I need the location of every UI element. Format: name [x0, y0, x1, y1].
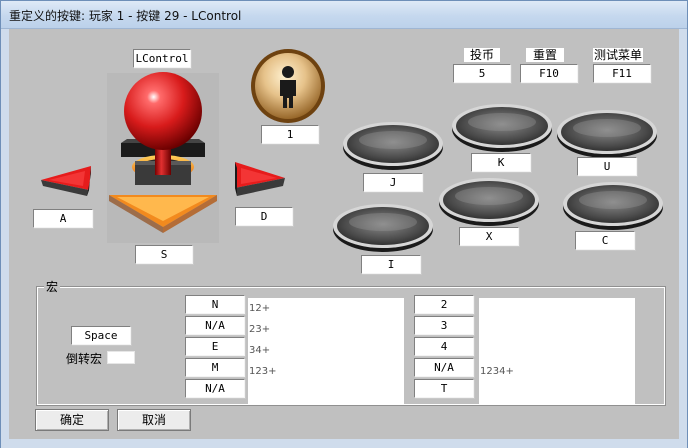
macro-right-button-1[interactable]: 2 [414, 295, 474, 314]
macro-right-sequence-1 [480, 298, 635, 319]
action-button-u[interactable] [555, 107, 659, 159]
action-x-field[interactable]: X [459, 227, 519, 246]
macro-right-sequence-4: 1234+ [480, 366, 514, 377]
macro-left-button-2[interactable]: N/A [185, 316, 245, 335]
reverse-macro-field[interactable] [107, 351, 135, 364]
reset-key-field[interactable]: F10 [520, 64, 578, 83]
macro-key-field[interactable]: Space [71, 326, 131, 345]
macro-left-sequence-5 [249, 382, 404, 403]
joystick-down-field[interactable]: S [135, 245, 193, 264]
action-button-k[interactable] [450, 101, 554, 153]
joystick-graphic[interactable] [107, 69, 219, 244]
macro-left-button-4[interactable]: M [185, 358, 245, 377]
joystick-right-field[interactable]: D [235, 207, 293, 226]
macro-group-title: 宏 [44, 280, 61, 294]
action-button-j[interactable] [341, 119, 445, 171]
macro-left-button-5[interactable]: N/A [185, 379, 245, 398]
start-button[interactable] [249, 47, 327, 125]
title-bar: 重定义的按键: 玩家 1 - 按键 29 - LControl [1, 1, 687, 29]
action-button-i[interactable] [331, 201, 435, 253]
macro-right-button-3[interactable]: 4 [414, 337, 474, 356]
macro-right-button-2[interactable]: 3 [414, 316, 474, 335]
macro-right-button-4[interactable]: N/A [414, 358, 474, 377]
window-frame-right [679, 29, 687, 448]
macro-left-button-1[interactable]: N [185, 295, 245, 314]
macro-right-sequence-3 [480, 340, 635, 361]
joystick-left-arrow[interactable] [39, 164, 93, 200]
reverse-macro-label: 倒转宏 [66, 352, 103, 366]
macro-right-button-5[interactable]: T [414, 379, 474, 398]
action-c-field[interactable]: C [575, 231, 635, 250]
coin-key-field[interactable]: 5 [453, 64, 511, 83]
window-title: 重定义的按键: 玩家 1 - 按键 29 - LControl [9, 9, 242, 23]
joystick-right-arrow[interactable] [233, 160, 287, 200]
joystick-up-field[interactable]: LControl [133, 49, 191, 68]
start-button-field[interactable]: 1 [261, 125, 319, 144]
macro-left-sequence-3: 34+ [249, 345, 271, 356]
macro-left-sequence-4: 123+ [249, 366, 277, 377]
cancel-button[interactable]: 取消 [117, 409, 191, 431]
macro-right-sequence-2 [480, 319, 635, 340]
reset-caption: 重置 [526, 48, 564, 62]
action-i-field[interactable]: I [361, 255, 421, 274]
action-j-field[interactable]: J [363, 173, 423, 192]
dialog-client-area: LControl A D S 1 投币 5 重置 F10 测试菜单 F11 J … [9, 29, 679, 439]
joystick-left-field[interactable]: A [33, 209, 93, 228]
action-button-c[interactable] [561, 179, 665, 231]
action-u-field[interactable]: U [577, 157, 637, 176]
macro-right-sequence-box[interactable]: 1234+ [479, 298, 635, 404]
window-frame-left [1, 29, 9, 448]
key-remap-window: 重定义的按键: 玩家 1 - 按键 29 - LControl LControl [0, 0, 688, 448]
action-k-field[interactable]: K [471, 153, 531, 172]
ok-button[interactable]: 确定 [35, 409, 109, 431]
coin-caption: 投币 [464, 48, 500, 62]
test-menu-key-field[interactable]: F11 [593, 64, 651, 83]
macro-left-button-3[interactable]: E [185, 337, 245, 356]
macro-left-sequence-1: 12+ [249, 303, 271, 314]
action-button-x[interactable] [437, 175, 541, 227]
macro-left-sequence-2: 23+ [249, 324, 271, 335]
macro-right-sequence-5 [480, 382, 635, 403]
window-frame-bottom [9, 439, 679, 448]
macro-left-sequence-box[interactable]: 12+ 23+ 34+ 123+ [248, 298, 404, 404]
test-menu-caption: 测试菜单 [593, 48, 643, 62]
